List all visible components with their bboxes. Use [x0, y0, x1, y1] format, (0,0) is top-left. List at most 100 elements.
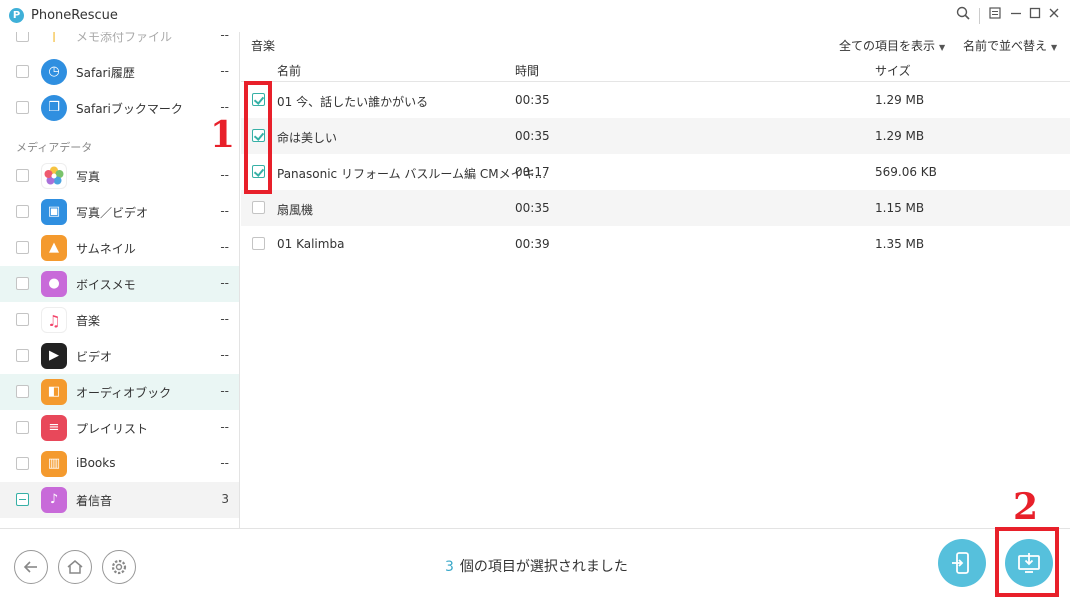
sidebar-item-label: メモ添付ファイル — [76, 32, 173, 44]
table-row[interactable]: 扇風機 00:35 1.15 MB — [241, 190, 1070, 226]
to-device-icon — [952, 552, 969, 574]
table-row[interactable]: 01 今、話したい誰かがいる 00:35 1.29 MB — [241, 82, 1070, 118]
row-time: 00:17 — [515, 165, 550, 179]
sidebar-item-ibooks[interactable]: ▥ iBooks -- — [0, 446, 239, 482]
sidebar-item-note-attachments[interactable]: ǀ メモ添付ファイル -- — [0, 32, 239, 54]
sidebar-item-music[interactable]: ♫ 音楽 -- — [0, 302, 239, 338]
recover-to-device-button[interactable] — [938, 539, 986, 587]
sidebar-item-count: -- — [220, 168, 229, 182]
sidebar-checkbox[interactable] — [16, 349, 29, 362]
ibooks-icon: ▥ — [41, 451, 67, 477]
table-row[interactable]: 命は美しい 00:35 1.29 MB — [241, 118, 1070, 154]
maximize-icon[interactable] — [1025, 6, 1045, 26]
app-logo-icon: P — [9, 8, 24, 23]
sidebar-item-ringtones[interactable]: ♪ 着信音 3 — [0, 482, 239, 518]
sidebar-item-label: ボイスメモ — [76, 278, 136, 292]
sidebar-item-label: 音楽 — [76, 314, 101, 328]
sidebar-item-voice-memos[interactable]: ● ボイスメモ -- — [0, 266, 239, 302]
close-icon[interactable] — [1044, 6, 1064, 26]
row-name: Panasonic リフォーム バスルーム編 CMメイキ... — [277, 167, 547, 181]
sidebar-item-safari-bookmarks[interactable]: ❐ Safariブックマーク -- — [0, 90, 239, 126]
sidebar-checkbox[interactable] — [16, 32, 29, 42]
title-bar: P PhoneRescue — [0, 0, 1070, 32]
sidebar-checkbox[interactable] — [16, 241, 29, 254]
sidebar-item-count: -- — [220, 348, 229, 362]
selection-status: 3 個の項目が選択されました — [445, 556, 628, 576]
sidebar-section-media: メディアデータ — [16, 141, 93, 154]
sidebar-item-label: iBooks — [76, 456, 116, 470]
sidebar-checkbox[interactable] — [16, 65, 29, 78]
sidebar-checkbox[interactable] — [16, 385, 29, 398]
back-button[interactable] — [14, 550, 48, 584]
settings-button[interactable] — [102, 550, 136, 584]
column-name[interactable]: 名前 — [277, 62, 301, 79]
sort-dropdown[interactable]: 名前で並べ替え ▼ — [963, 37, 1057, 54]
column-size[interactable]: サイズ — [875, 62, 911, 79]
sidebar-item-label: プレイリスト — [76, 422, 149, 436]
sidebar-item-audiobooks[interactable]: ◧ オーディオブック -- — [0, 374, 239, 410]
sidebar-item-label: 着信音 — [76, 494, 113, 508]
annotation-box-checkboxes — [244, 81, 272, 194]
menu-icon[interactable] — [985, 6, 1005, 26]
gear-icon — [111, 559, 127, 575]
sidebar-checkbox[interactable] — [16, 101, 29, 114]
sidebar-item-photo-video[interactable]: ▣ 写真／ビデオ -- — [0, 194, 239, 230]
sidebar-item-count: -- — [220, 32, 229, 42]
row-time: 00:39 — [515, 237, 550, 251]
file-list-panel: 音楽 全ての項目を表示 ▼ 名前で並べ替え ▼ 名前 時間 サイズ 01 今、話した… — [241, 32, 1070, 528]
sidebar-item-thumbnails[interactable]: ▲ サムネイル -- — [0, 230, 239, 266]
sidebar-item-photos[interactable]: 写真 -- — [0, 158, 239, 194]
row-checkbox[interactable] — [252, 201, 265, 214]
table-row[interactable]: Panasonic リフォーム バスルーム編 CMメイキ... 00:17 56… — [241, 154, 1070, 190]
sidebar-checkbox[interactable] — [16, 457, 29, 470]
row-name: 01 Kalimba — [277, 237, 345, 251]
sidebar-checkbox[interactable] — [16, 205, 29, 218]
annotation-box-recover-button — [995, 527, 1059, 597]
filter-dropdown[interactable]: 全ての項目を表示 ▼ — [839, 37, 945, 54]
column-time[interactable]: 時間 — [515, 62, 539, 79]
video-icon: ▶ — [41, 343, 67, 369]
sidebar-item-label: 写真 — [76, 170, 101, 184]
sidebar-item-playlists[interactable]: ≡ プレイリスト -- — [0, 410, 239, 446]
sidebar-item-label: ビデオ — [76, 350, 113, 364]
voice-memo-icon: ● — [41, 271, 67, 297]
sidebar-item-label: サムネイル — [76, 242, 136, 256]
sidebar-checkbox[interactable] — [16, 277, 29, 290]
home-button[interactable] — [58, 550, 92, 584]
sidebar-item-safari-history[interactable]: ◷ Safari履歴 -- — [0, 54, 239, 90]
row-time: 00:35 — [515, 93, 550, 107]
row-size: 569.06 KB — [875, 165, 937, 179]
row-size: 1.35 MB — [875, 237, 925, 251]
chevron-down-icon: ▼ — [1051, 43, 1058, 52]
sidebar-item-label: Safari履歴 — [76, 66, 135, 80]
home-icon — [67, 560, 83, 574]
search-icon[interactable] — [953, 6, 973, 26]
minimize-icon[interactable] — [1006, 6, 1026, 26]
row-name: 扇風機 — [277, 203, 314, 217]
row-checkbox[interactable] — [252, 237, 265, 250]
safari-bookmark-icon: ❐ — [41, 95, 67, 121]
table-header: 名前 時間 サイズ — [241, 58, 1070, 82]
sidebar-checkbox[interactable] — [16, 169, 29, 182]
row-size: 1.15 MB — [875, 201, 925, 215]
sidebar-item-video[interactable]: ▶ ビデオ -- — [0, 338, 239, 374]
row-time: 00:35 — [515, 129, 550, 143]
table-row[interactable]: 01 Kalimba 00:39 1.35 MB — [241, 226, 1070, 262]
sidebar-checkbox[interactable] — [16, 313, 29, 326]
safari-history-icon: ◷ — [41, 59, 67, 85]
sidebar-item-count: -- — [220, 384, 229, 398]
row-name: 01 今、話したい誰かがいる — [277, 95, 429, 109]
sidebar-item-count: -- — [220, 312, 229, 326]
category-sidebar: ǀ メモ添付ファイル -- ◷ Safari履歴 -- ❐ Safariブックマ… — [0, 32, 240, 528]
breadcrumb: 音楽 — [251, 39, 276, 53]
row-size: 1.29 MB — [875, 129, 925, 143]
selected-count: 3 — [445, 559, 454, 575]
selected-text: 個の項目が選択されました — [459, 559, 628, 575]
row-time: 00:35 — [515, 201, 550, 215]
photos-icon — [41, 163, 67, 189]
annotation-number-2: 2 — [1013, 486, 1039, 528]
music-icon: ♫ — [41, 307, 67, 333]
row-size: 1.29 MB — [875, 93, 925, 107]
sidebar-checkbox-partial[interactable] — [16, 493, 29, 506]
sidebar-checkbox[interactable] — [16, 421, 29, 434]
